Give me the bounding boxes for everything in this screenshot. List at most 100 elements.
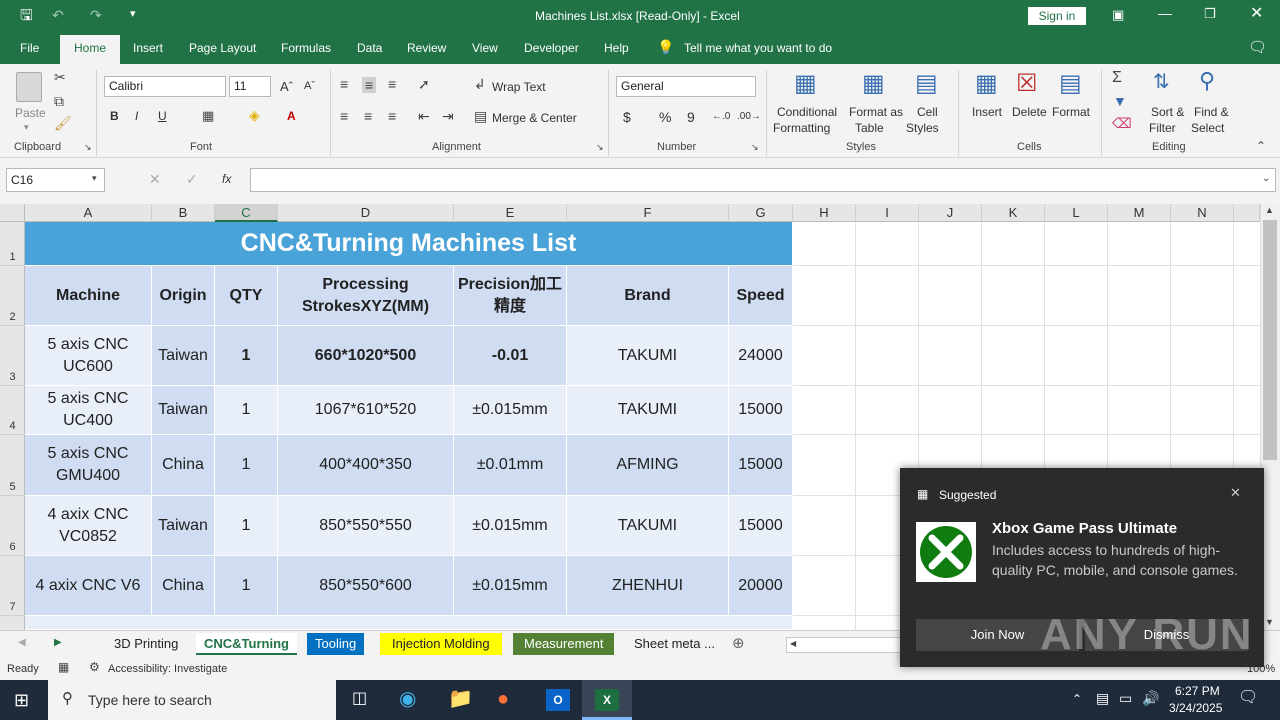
format-cells-button[interactable]: Format [1052, 105, 1090, 119]
dialog-launcher-icon[interactable]: ↘ [84, 143, 92, 152]
header-cell-brand[interactable]: Brand [567, 266, 729, 326]
align-left-icon[interactable]: ≡ [340, 109, 348, 123]
table-cell[interactable] [25, 616, 793, 630]
tab-insert[interactable]: Insert [133, 41, 163, 55]
orientation-icon[interactable]: ➚ [418, 77, 430, 91]
header-cell-origin[interactable]: Origin [152, 266, 215, 326]
network-icon[interactable]: ▤ [1096, 691, 1109, 705]
prev-sheet-icon[interactable]: ◀ [18, 638, 26, 648]
tab-formulas[interactable]: Formulas [281, 41, 331, 55]
scroll-down-icon[interactable]: ▼ [1265, 618, 1274, 627]
sort-filter-icon[interactable]: ⇅ [1153, 72, 1170, 92]
cell-styles-label-2[interactable]: Styles [906, 121, 939, 135]
cell-styles-icon[interactable]: ▤ [915, 72, 938, 96]
formula-input[interactable] [250, 168, 1276, 192]
dialog-launcher-icon[interactable]: ↘ [596, 143, 604, 152]
table-cell[interactable]: Taiwan [152, 326, 215, 386]
format-cells-icon[interactable]: ▤ [1059, 72, 1082, 96]
align-right-icon[interactable]: ≡ [388, 109, 396, 123]
notification-center-icon[interactable]: 🗨 [1238, 690, 1258, 706]
decrease-decimal-icon[interactable]: .00→ [737, 111, 761, 122]
table-cell[interactable]: 15000 [729, 435, 793, 496]
conditional-formatting-icon[interactable]: ▦ [794, 72, 817, 96]
decrease-font-icon[interactable]: Aˇ [304, 80, 315, 92]
row-header-7[interactable]: 7 [0, 556, 25, 616]
table-cell[interactable]: 5 axis CNC UC600 [25, 326, 152, 386]
windows-start-icon[interactable]: ⊞ [14, 691, 29, 709]
scroll-up-icon[interactable]: ▲ [1265, 206, 1274, 215]
column-header-l[interactable]: L [1045, 204, 1108, 222]
collapse-ribbon-icon[interactable]: ⌃ [1256, 140, 1266, 152]
insert-cells-icon[interactable]: ▦ [975, 72, 998, 96]
autosum-icon[interactable]: Σ [1112, 70, 1122, 86]
table-cell[interactable]: TAKUMI [567, 496, 729, 556]
taskbar-search-box[interactable]: ⚲ Type here to search [48, 680, 336, 720]
expand-formula-icon[interactable]: ⌄ [1262, 174, 1270, 184]
find-select-label-2[interactable]: Select [1191, 121, 1224, 135]
delete-cells-icon[interactable]: ☒ [1016, 72, 1038, 96]
table-cell[interactable]: ±0.015mm [454, 386, 567, 435]
sort-filter-label-1[interactable]: Sort & [1151, 105, 1184, 119]
accessibility-icon[interactable]: ⚙ [89, 661, 100, 673]
next-sheet-icon[interactable]: ▶ [54, 638, 62, 648]
column-header-n[interactable]: N [1171, 204, 1234, 222]
tab-help[interactable]: Help [604, 41, 629, 55]
sheet-tab-tooling[interactable]: Tooling [307, 633, 365, 655]
cell-styles-label-1[interactable]: Cell [917, 105, 938, 119]
tab-data[interactable]: Data [357, 41, 382, 55]
column-header-e[interactable]: E [454, 204, 567, 222]
table-cell[interactable]: 1 [215, 326, 278, 386]
ribbon-display-icon[interactable]: ▣ [1112, 8, 1124, 21]
font-name-select[interactable]: Calibri [104, 76, 226, 97]
fill-icon[interactable]: ▼ [1113, 94, 1127, 108]
redo-icon[interactable]: ↷ [90, 8, 102, 22]
edge-browser-icon[interactable]: ◉ [399, 689, 416, 709]
enter-entry-icon[interactable]: ✓ [186, 172, 198, 186]
table-cell[interactable]: 1 [215, 556, 278, 616]
table-cell[interactable]: 1067*610*520 [278, 386, 454, 435]
sort-filter-label-2[interactable]: Filter [1149, 121, 1176, 135]
row-header-4[interactable]: 4 [0, 386, 25, 435]
task-view-icon[interactable]: ◫ [352, 691, 367, 707]
undo-icon[interactable]: ↶ [52, 8, 64, 22]
column-header-m[interactable]: M [1108, 204, 1171, 222]
table-cell[interactable]: 850*550*600 [278, 556, 454, 616]
column-header-a[interactable]: A [25, 204, 152, 222]
increase-decimal-icon[interactable]: ←.0 [712, 111, 730, 122]
table-cell[interactable]: ±0.015mm [454, 556, 567, 616]
underline-button[interactable]: U [158, 109, 167, 123]
table-cell[interactable]: China [152, 435, 215, 496]
borders-icon[interactable]: ▦ [202, 109, 214, 122]
table-cell[interactable]: 1 [215, 496, 278, 556]
table-cell[interactable]: TAKUMI [567, 386, 729, 435]
table-cell[interactable]: 20000 [729, 556, 793, 616]
column-header-g[interactable]: G [729, 204, 793, 222]
comments-icon[interactable]: 🗨 [1248, 40, 1267, 55]
percent-style-icon[interactable]: % [659, 109, 671, 125]
increase-indent-icon[interactable]: ⇥ [442, 109, 454, 123]
horizontal-scrollbar[interactable] [786, 637, 906, 653]
insert-cells-button[interactable]: Insert [972, 105, 1002, 119]
find-select-label-1[interactable]: Find & [1194, 105, 1229, 119]
wrap-text-button[interactable]: Wrap Text [492, 80, 546, 94]
outlook-icon[interactable]: O [546, 689, 570, 711]
column-header-d[interactable]: D [278, 204, 454, 222]
restore-icon[interactable]: ❐ [1204, 7, 1216, 20]
paste-icon[interactable] [16, 72, 42, 102]
macro-record-icon[interactable]: ▦ [58, 661, 69, 673]
select-all-corner[interactable] [0, 204, 25, 222]
font-size-select[interactable]: 11 [229, 76, 271, 97]
table-cell[interactable]: 5 axis CNC GMU400 [25, 435, 152, 496]
italic-button[interactable]: I [135, 109, 138, 123]
cancel-entry-icon[interactable]: ✕ [149, 172, 161, 186]
table-cell[interactable]: TAKUMI [567, 326, 729, 386]
cut-icon[interactable]: ✂ [54, 70, 66, 84]
show-hidden-icons-icon[interactable]: ⌃ [1072, 693, 1082, 705]
format-as-table-label-2[interactable]: Table [855, 121, 884, 135]
conditional-formatting-label-1[interactable]: Conditional [777, 105, 837, 119]
sheet-tab-injection-molding[interactable]: Injection Molding [380, 633, 502, 655]
font-color-icon[interactable]: A [287, 109, 296, 123]
table-cell[interactable]: China [152, 556, 215, 616]
table-cell[interactable]: 5 axis CNC UC400 [25, 386, 152, 435]
sheet-title-cell[interactable]: CNC&Turning Machines List [25, 222, 793, 266]
